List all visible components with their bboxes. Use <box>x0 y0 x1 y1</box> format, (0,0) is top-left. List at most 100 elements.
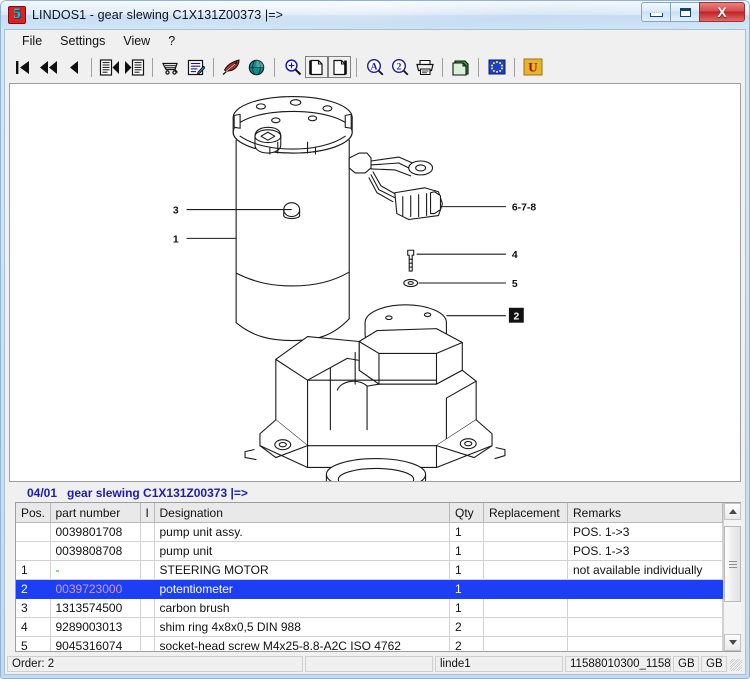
table-vertical-scrollbar[interactable] <box>723 503 741 651</box>
cell-remarks: not available individually <box>567 560 723 580</box>
callout-6-7-8: 6-7-8 <box>512 203 537 214</box>
status-order: Order: 2 <box>7 656 303 672</box>
page-right-icon[interactable] <box>328 56 351 78</box>
cell-pos: 2 <box>16 579 51 599</box>
scrollbar-thumb[interactable] <box>724 526 741 602</box>
cell-pos: 1 <box>16 560 51 580</box>
feather-pen-icon[interactable] <box>219 55 244 79</box>
cell-qty: 1 <box>449 522 484 542</box>
table-header-row: Pos. part number I Designation Qty Repla… <box>16 503 723 523</box>
column-header-designation[interactable]: Designation <box>154 503 450 523</box>
cell-replacement <box>483 617 568 637</box>
status-user: linde1 <box>435 656 563 672</box>
order-form-icon[interactable] <box>183 55 208 79</box>
table-row[interactable]: 0039808708 pump unit 1 POS. 1->3 <box>16 541 723 561</box>
globe-icon[interactable] <box>244 55 269 79</box>
previous-group-icon[interactable] <box>36 55 61 79</box>
minimize-button[interactable] <box>641 2 670 22</box>
menu-settings[interactable]: Settings <box>51 32 114 50</box>
cell-replacement <box>483 541 568 561</box>
cell-remarks <box>567 598 723 618</box>
scrollbar-track[interactable] <box>724 520 741 634</box>
cell-remarks: POS. 1->3 <box>567 541 723 561</box>
cell-qty: 2 <box>449 636 484 651</box>
cell-replacement <box>483 598 568 618</box>
document-forward-icon[interactable] <box>122 55 147 79</box>
toolbar-separator <box>442 57 443 77</box>
cell-designation: pump unit <box>154 541 450 561</box>
callout-1: 1 <box>173 234 179 245</box>
menu-file[interactable]: File <box>13 32 51 50</box>
menu-view[interactable]: View <box>114 32 159 50</box>
cell-part-number: 9289003013 <box>50 617 141 637</box>
zoom-icon[interactable] <box>280 55 305 79</box>
cell-pos <box>16 522 51 542</box>
column-header-qty[interactable]: Qty <box>449 503 484 523</box>
toolbar: A 2 U <box>5 52 745 82</box>
eu-flag-icon[interactable] <box>484 55 509 79</box>
toolbar-separator <box>91 57 92 77</box>
toolbar-separator <box>356 57 357 77</box>
parts-list-header: 04/01 gear slewing C1X131Z00373 |=> <box>5 484 745 502</box>
toolbar-separator <box>274 57 275 77</box>
cell-designation: socket-head screw M4x25-8.8-A2C ISO 4762 <box>154 636 450 651</box>
page-left-icon[interactable] <box>305 56 328 78</box>
column-header-part-number[interactable]: part number <box>50 503 141 523</box>
assembly-title: gear slewing C1X131Z00373 |=> <box>67 486 248 500</box>
cell-part-number: 0039723000 <box>50 579 141 599</box>
client-area: File Settings View ? A 2 U 3 1 6-7-8 4 5… <box>4 29 746 654</box>
menu-help[interactable]: ? <box>159 32 184 50</box>
column-header-replacement[interactable]: Replacement <box>483 503 568 523</box>
parts-diagram-pane[interactable]: 3 1 6-7-8 4 5 2 <box>9 83 741 482</box>
print-icon[interactable] <box>412 55 437 79</box>
status-language-1: GB <box>673 656 699 672</box>
cell-replacement <box>483 522 568 542</box>
cell-pos: 3 <box>16 598 51 618</box>
cell-i <box>140 579 155 599</box>
status-document: 11588010300_115804 <box>565 656 671 672</box>
column-header-remarks[interactable]: Remarks <box>567 503 723 523</box>
scrollbar-grip-icon <box>728 559 737 570</box>
cell-part-number: 0039808708 <box>50 541 141 561</box>
shopping-cart-icon[interactable] <box>158 55 183 79</box>
table-row[interactable]: 0039801708 pump unit assy. 1 POS. 1->3 <box>16 522 723 542</box>
status-language-2: GB <box>701 656 727 672</box>
table-row-selected[interactable]: 2 0039723000 potentiometer 1 <box>16 579 723 599</box>
table-row[interactable]: 5 9045316074 socket-head screw M4x25-8.8… <box>16 636 723 651</box>
table-row[interactable]: 1 - STEERING MOTOR 1 not available indiv… <box>16 560 723 580</box>
menu-bar: File Settings View ? <box>5 30 745 52</box>
parts-table: Pos. part number I Designation Qty Repla… <box>16 503 723 651</box>
toolbar-separator <box>152 57 153 77</box>
first-page-icon[interactable] <box>11 55 36 79</box>
resize-grip-icon[interactable] <box>729 656 743 672</box>
scroll-up-button[interactable] <box>724 503 741 520</box>
scroll-down-button[interactable] <box>724 634 741 651</box>
cell-remarks: POS. 1->3 <box>567 522 723 542</box>
cell-remarks <box>567 617 723 637</box>
find-a-icon[interactable]: A <box>362 55 387 79</box>
cell-qty: 1 <box>449 541 484 561</box>
cell-remarks <box>567 636 723 651</box>
callout-4: 4 <box>512 250 518 261</box>
cell-designation: shim ring 4x8x0,5 DIN 988 <box>154 617 450 637</box>
cell-qty: 1 <box>449 598 484 618</box>
parts-grid[interactable]: Pos. part number I Designation Qty Repla… <box>16 503 723 651</box>
notes-icon[interactable] <box>448 55 473 79</box>
cell-replacement <box>483 579 568 599</box>
window-controls: X <box>641 2 745 22</box>
previous-page-icon[interactable] <box>61 55 86 79</box>
column-header-i[interactable]: I <box>140 503 155 523</box>
document-back-icon[interactable] <box>97 55 122 79</box>
cell-part-number: 0039801708 <box>50 522 141 542</box>
column-header-pos[interactable]: Pos. <box>16 503 51 523</box>
maximize-button[interactable] <box>670 2 699 22</box>
close-button[interactable]: X <box>699 2 745 22</box>
parts-table-container: Pos. part number I Designation Qty Repla… <box>15 502 741 652</box>
cell-replacement <box>483 636 568 651</box>
cell-remarks <box>567 579 723 599</box>
find-2-icon[interactable]: 2 <box>387 55 412 79</box>
toolbar-separator <box>514 57 515 77</box>
letter-u-icon[interactable]: U <box>520 55 545 79</box>
table-row[interactable]: 3 1313574500 carbon brush 1 <box>16 598 723 618</box>
table-row[interactable]: 4 9289003013 shim ring 4x8x0,5 DIN 988 2 <box>16 617 723 637</box>
